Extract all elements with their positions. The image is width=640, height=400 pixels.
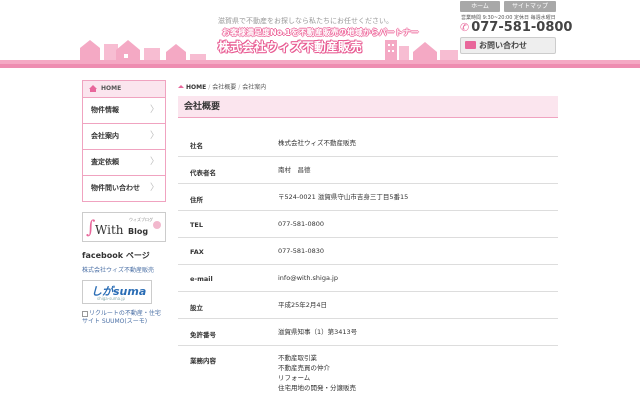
sidebar-home-label: HOME (101, 85, 122, 92)
facebook-section-title: facebook ページ (82, 251, 150, 260)
info-value: 滋賀県知事（1）第3413号 (278, 327, 357, 337)
site-header: 滋賀県で不動産をお探しなら私たちにお任せください。 お客様満足度No.1を不動産… (0, 0, 640, 68)
info-value-line: 住宅用地の開発・分譲販売 (278, 384, 356, 392)
contact-button[interactable]: お問い合わせ (460, 37, 556, 54)
sidebar-item-properties[interactable]: 物件情報 〉 (82, 98, 166, 124)
info-value-line: 不動産売買の仲介 (278, 364, 330, 372)
chevron-right-icon: 〉 (149, 157, 159, 167)
info-label: 業務内容 (190, 357, 216, 365)
info-value-line: 平成25年2月4日 (278, 301, 328, 309)
breadcrumb-home[interactable]: HOME (186, 84, 206, 91)
phone-icon: ✆ (460, 21, 470, 34)
blog-banner-brand: With (95, 223, 124, 237)
info-value-line: 077-581-0800 (278, 220, 325, 228)
info-label: 社名 (190, 142, 203, 150)
sidebar-item-appraisal[interactable]: 査定依頼 〉 (82, 150, 166, 176)
catchcopy: お客様満足度No.1を不動産販売の地域からパートナー (222, 28, 419, 37)
sidebar-item-label: 物件問い合わせ (91, 184, 140, 192)
info-value-line: 〒524-0021 滋賀県守山市吉身三丁目5番15 (278, 193, 409, 201)
home-link[interactable]: ホーム (460, 1, 500, 12)
home-icon (178, 85, 184, 88)
info-label: 免許番号 (190, 331, 216, 339)
info-value: 077-581-0830 (278, 246, 324, 256)
blog-banner[interactable]: ∫ ウィズブログ With Blog (82, 212, 166, 242)
info-value: 平成25年2月4日 (278, 300, 327, 310)
chevron-right-icon: 〉 (149, 183, 159, 193)
sidebar: HOME 物件情報 〉 会社案内 〉 査定依頼 〉 物件問い合わせ 〉 ∫ ウィ… (82, 80, 166, 326)
breadcrumb-item[interactable]: 会社概要 (212, 84, 236, 91)
sidebar-item-label: 査定依頼 (91, 158, 119, 166)
info-row: TEL 077-581-0800 (178, 211, 558, 238)
blog-banner-sub: ウィズブログ (129, 217, 153, 222)
info-label: TEL (190, 221, 204, 229)
suumo-alt-text: リクルートの不動産・住宅サイト SUUMO(スーモ) (82, 310, 161, 325)
broken-image-icon (82, 310, 88, 317)
info-row: FAX 077-581-0830 (178, 238, 558, 265)
info-row: e-mail info@with.shiga.jp (178, 265, 558, 292)
sidebar-item-label: 物件情報 (91, 106, 119, 114)
info-value-line: 滋賀県知事（1）第3413号 (278, 328, 358, 336)
sidebar-item-company[interactable]: 会社案内 〉 (82, 124, 166, 150)
header-pink-band-lower (0, 64, 640, 68)
info-value: 株式会社ウィズ不動産販売 (278, 138, 356, 148)
breadcrumb-current: 会社案内 (242, 84, 267, 91)
chevron-right-icon: 〉 (149, 105, 159, 115)
info-value-line: 株式会社ウィズ不動産販売 (278, 139, 356, 147)
sidebar-item-home[interactable]: HOME (82, 80, 166, 98)
info-value-line: 077-581-0830 (278, 247, 325, 255)
shigasuma-logo-sub: shiga-suma.jp (97, 296, 126, 301)
info-value-line: リフォーム (278, 374, 311, 382)
info-label: 代表者名 (190, 169, 216, 177)
info-value-line: 不動産取引業 (278, 354, 317, 362)
chevron-right-icon: 〉 (149, 131, 159, 141)
blog-logo-icon: ∫ (86, 217, 96, 238)
contact-button-label: お問い合わせ (479, 41, 527, 50)
company-logo[interactable]: 株式会社ウィズ不動産販売 (218, 38, 362, 55)
flower-icon (153, 221, 161, 229)
shigasuma-banner[interactable]: しがsuma shiga-suma.jp (82, 280, 152, 304)
sidebar-item-inquiry[interactable]: 物件問い合わせ 〉 (82, 176, 166, 202)
info-value-line: 南村 昌德 (278, 166, 311, 174)
info-label: e-mail (190, 275, 213, 283)
blog-banner-label: Blog (128, 227, 149, 236)
info-value: 077-581-0800 (278, 219, 324, 229)
info-row: 代表者名 南村 昌德 (178, 157, 558, 184)
info-row: 社名 株式会社ウィズ不動産販売 (178, 130, 558, 157)
phone-value: 077-581-0800 (471, 20, 573, 35)
facebook-page-link[interactable]: 株式会社ウィズ不動産販売 (82, 265, 166, 274)
info-value-line: info@with.shiga.jp (278, 274, 338, 282)
info-label: 住所 (190, 196, 203, 204)
page-title: 会社概要 (178, 96, 558, 118)
info-value: 南村 昌德 (278, 165, 311, 175)
sitemap-link[interactable]: サイトマップ (504, 1, 556, 12)
sidebar-item-label: 会社案内 (91, 132, 119, 140)
phone-number: ✆ 077-581-0800 (460, 20, 572, 35)
info-row: 設立 平成25年2月4日 (178, 292, 558, 319)
info-row: 住所 〒524-0021 滋賀県守山市吉身三丁目5番15 (178, 184, 558, 211)
info-value: 不動産取引業不動産売買の仲介 リフォーム住宅用地の開発・分譲販売 (278, 353, 356, 393)
breadcrumb: HOME / 会社概要 / 会社案内 (178, 82, 266, 91)
site-tagline: 滋賀県で不動産をお探しなら私たちにお任せください。 (218, 17, 393, 25)
info-value: 〒524-0021 滋賀県守山市吉身三丁目5番15 (278, 192, 408, 202)
info-label: FAX (190, 248, 204, 256)
company-info-table: 社名 株式会社ウィズ不動産販売代表者名 南村 昌德住所 〒524-0021 滋賀県守山… (178, 130, 558, 400)
mail-icon (465, 41, 476, 49)
info-value: info@with.shiga.jp (278, 273, 338, 283)
home-icon (89, 85, 97, 92)
info-row: 業務内容 不動産取引業不動産売買の仲介 リフォーム住宅用地の開発・分譲販売 (178, 346, 558, 400)
suumo-banner[interactable]: リクルートの不動産・住宅サイト SUUMO(スーモ) (82, 310, 166, 326)
info-row: 免許番号 滋賀県知事（1）第3413号 (178, 319, 558, 346)
info-label: 設立 (190, 304, 203, 312)
